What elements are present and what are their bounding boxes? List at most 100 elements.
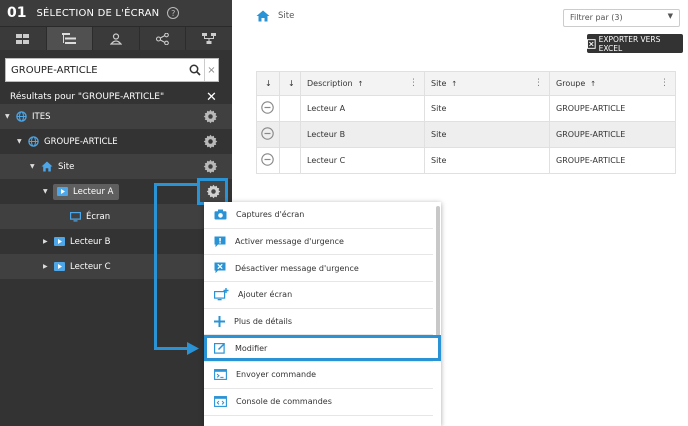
menu-item-activate-alert[interactable]: Activer message d'urgence bbox=[204, 229, 433, 256]
search-box: × bbox=[5, 58, 219, 82]
home-icon[interactable] bbox=[256, 10, 270, 22]
collapse-arrow-icon[interactable]: ▼ bbox=[30, 163, 37, 170]
breadcrumb: Site bbox=[256, 10, 294, 22]
player-icon bbox=[54, 262, 65, 271]
camera-icon bbox=[214, 209, 227, 220]
search-input[interactable] bbox=[6, 64, 186, 76]
expand-arrow-icon[interactable]: ▶ bbox=[43, 238, 50, 245]
gear-icon[interactable] bbox=[203, 134, 218, 149]
tree-node-label: Lecteur A bbox=[73, 186, 114, 197]
callout-line bbox=[154, 347, 189, 350]
gear-icon[interactable] bbox=[203, 159, 218, 174]
gear-icon[interactable] bbox=[206, 184, 221, 199]
tree-node-label: ITES bbox=[32, 111, 51, 122]
cancel-message-icon bbox=[214, 262, 226, 274]
callout-line bbox=[154, 183, 197, 186]
tree-node-ites[interactable]: ▼ ITES bbox=[0, 104, 232, 129]
tree-node-lecteur-c[interactable]: ▶ Lecteur C bbox=[0, 254, 232, 279]
cell-description: Lecteur B bbox=[300, 121, 425, 148]
cell-site: Site bbox=[424, 147, 550, 174]
remove-icon[interactable] bbox=[261, 101, 274, 114]
menu-item-send-command[interactable]: Envoyer commande bbox=[204, 362, 433, 389]
chevron-down-icon: ▼ bbox=[667, 12, 673, 20]
hierarchy-button[interactable] bbox=[186, 27, 232, 50]
tree-node-label: GROUPE-ARTICLE bbox=[44, 136, 118, 147]
column-menu-icon[interactable]: ⋮ bbox=[534, 78, 543, 88]
remove-icon[interactable] bbox=[261, 127, 274, 140]
grid-view-button[interactable] bbox=[0, 27, 47, 50]
filter-value: Filtrer par (3) bbox=[570, 13, 623, 22]
column-header-site[interactable]: Site ↑ ⋮ bbox=[424, 71, 550, 96]
menu-item-more-details[interactable]: Plus de détails bbox=[204, 309, 433, 336]
globe-icon bbox=[28, 136, 39, 147]
callout-arrow-icon bbox=[187, 342, 199, 355]
expand-arrow-icon[interactable]: ▶ bbox=[43, 263, 50, 270]
filter-select[interactable]: Filtrer par (3) ▼ bbox=[563, 9, 680, 27]
tree-view-icon bbox=[62, 33, 77, 44]
excel-icon bbox=[587, 38, 596, 49]
highlighted-gear-button[interactable] bbox=[197, 178, 228, 205]
panel-title: SÉLECTION DE L'ÉCRAN bbox=[36, 7, 160, 19]
breadcrumb-site[interactable]: Site bbox=[278, 11, 294, 21]
user-tree-icon bbox=[109, 32, 122, 45]
cell-groupe: GROUPE-ARTICLE bbox=[549, 147, 676, 174]
menu-item-screenshots[interactable]: Captures d'écran bbox=[204, 202, 433, 229]
screens-table: ↓ ↓ Description ↑ ⋮ Site ↑ ⋮ Groupe ↑ ⋮ Lec… bbox=[256, 71, 676, 174]
menu-item-add-screen[interactable]: Ajouter écran bbox=[204, 282, 433, 309]
console-icon bbox=[214, 396, 227, 408]
command-icon bbox=[214, 369, 227, 381]
table-row[interactable]: Lecteur A Site GROUPE-ARTICLE bbox=[256, 95, 676, 122]
cell-description: Lecteur C bbox=[300, 147, 425, 174]
table-row[interactable]: Lecteur C Site GROUPE-ARTICLE bbox=[256, 147, 676, 174]
tree-node-label: Lecteur B bbox=[70, 236, 111, 247]
callout-line bbox=[154, 183, 157, 349]
menu-item-command-console[interactable]: Console de commandes bbox=[204, 389, 433, 416]
gear-icon[interactable] bbox=[203, 109, 218, 124]
globe-icon bbox=[16, 111, 27, 122]
tree-node-lecteur-b[interactable]: ▶ Lecteur B bbox=[0, 229, 232, 254]
table-row[interactable]: Lecteur B Site GROUPE-ARTICLE bbox=[256, 121, 676, 148]
tree-node-label: Site bbox=[58, 161, 75, 172]
sort-column-1[interactable]: ↓ bbox=[256, 71, 280, 96]
remove-icon[interactable] bbox=[261, 153, 274, 166]
alert-message-icon bbox=[214, 236, 226, 247]
cell-site: Site bbox=[424, 121, 550, 148]
tree-view-button[interactable] bbox=[46, 27, 94, 50]
cell-groupe: GROUPE-ARTICLE bbox=[549, 121, 676, 148]
hierarchy-icon bbox=[202, 33, 217, 44]
step-number: 01 bbox=[7, 5, 27, 21]
column-header-groupe[interactable]: Groupe ↑ ⋮ bbox=[549, 71, 676, 96]
share-icon bbox=[156, 32, 169, 45]
context-menu: Captures d'écran Activer message d'urgen… bbox=[204, 202, 441, 426]
column-header-description[interactable]: Description ↑ ⋮ bbox=[300, 71, 425, 96]
user-tree-button[interactable] bbox=[93, 27, 140, 50]
tree-node-ecran[interactable]: Écran bbox=[0, 204, 232, 229]
tree-node-site[interactable]: ▼ Site bbox=[0, 154, 232, 179]
panel-header: 01 SÉLECTION DE L'ÉCRAN ? bbox=[0, 0, 232, 26]
cell-groupe: GROUPE-ARTICLE bbox=[549, 95, 676, 122]
modify-highlight bbox=[204, 335, 441, 361]
menu-scrollbar[interactable] bbox=[436, 206, 440, 338]
grid-view-icon bbox=[16, 33, 30, 44]
tree-node-groupe-article[interactable]: ▼ GROUPE-ARTICLE bbox=[0, 129, 232, 154]
plus-icon bbox=[214, 316, 225, 328]
column-menu-icon[interactable]: ⋮ bbox=[660, 78, 669, 88]
column-menu-icon[interactable]: ⋮ bbox=[409, 78, 418, 88]
collapse-arrow-icon[interactable]: ▼ bbox=[43, 188, 50, 195]
tree-node-label: Écran bbox=[86, 211, 111, 222]
close-results-icon[interactable]: ✕ bbox=[206, 90, 217, 105]
search-results-label: Résultats pour "GROUPE-ARTICLE" bbox=[10, 92, 165, 102]
search-icon[interactable] bbox=[189, 64, 201, 76]
menu-item-deactivate-alert[interactable]: Désactiver message d'urgence bbox=[204, 255, 433, 283]
export-excel-button[interactable]: EXPORTER VERS EXCEL bbox=[587, 34, 683, 53]
selected-node-pill: Lecteur A bbox=[53, 183, 120, 200]
tree-node-label: Lecteur C bbox=[70, 261, 111, 272]
collapse-arrow-icon[interactable]: ▼ bbox=[17, 138, 24, 145]
cell-site: Site bbox=[424, 95, 550, 122]
sort-up-icon: ↑ bbox=[590, 80, 597, 88]
collapse-arrow-icon[interactable]: ▼ bbox=[5, 113, 12, 120]
share-button[interactable] bbox=[140, 27, 187, 50]
help-icon[interactable]: ? bbox=[167, 7, 180, 19]
clear-search-button[interactable]: × bbox=[204, 59, 218, 81]
sort-column-2[interactable]: ↓ bbox=[279, 71, 301, 96]
